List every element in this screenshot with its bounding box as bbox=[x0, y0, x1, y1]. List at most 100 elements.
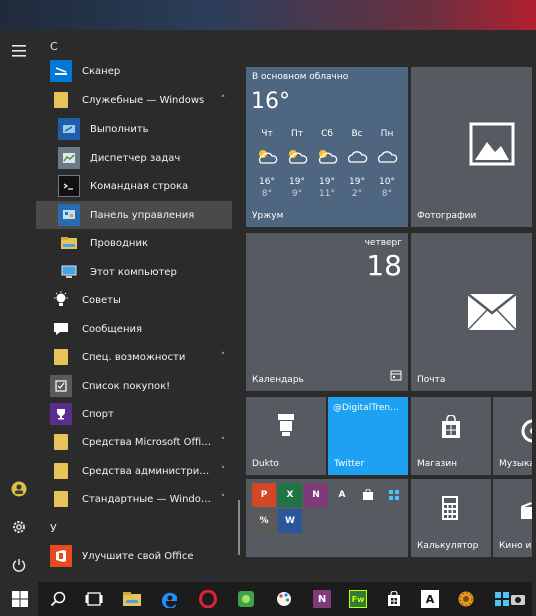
folder-icon bbox=[50, 346, 72, 368]
tile-label: Twitter bbox=[334, 459, 365, 469]
start-rail bbox=[2, 30, 36, 582]
app-item-label: Улучшите свой Office bbox=[82, 550, 194, 562]
weather-day: Вс bbox=[351, 129, 363, 139]
tile-calculator[interactable]: Калькулятор bbox=[411, 479, 491, 557]
app-item-messaging[interactable]: Сообщения bbox=[36, 315, 232, 343]
app-item-label: Советы bbox=[82, 294, 121, 306]
camera-app-icon[interactable] bbox=[506, 582, 530, 616]
app-item-run[interactable]: Выполнить bbox=[36, 115, 232, 143]
app-item-task-manager[interactable]: Диспетчер задач bbox=[36, 144, 232, 172]
powerpoint-icon[interactable]: P bbox=[252, 483, 276, 507]
twitter-handle: @DigitalTren... bbox=[333, 403, 399, 413]
opera-browser-icon[interactable] bbox=[190, 582, 226, 616]
app-group-admin-tools[interactable]: Средства администрирования... ˅ bbox=[36, 457, 232, 485]
app-group-accessibility[interactable]: Спец. возможности ˅ bbox=[36, 343, 232, 371]
scanner-icon bbox=[50, 60, 72, 82]
computer-icon bbox=[58, 261, 80, 283]
section-letter-c[interactable]: С bbox=[50, 40, 58, 53]
app-item-label: Проводник bbox=[90, 237, 148, 249]
app-item-label: Панель управления bbox=[90, 209, 195, 221]
chevron-down-icon[interactable]: ˅ bbox=[214, 466, 232, 476]
store-taskbar-icon[interactable] bbox=[376, 582, 412, 616]
tile-label: Калькулятор bbox=[417, 541, 479, 551]
app-item-office-upgrade[interactable]: Улучшите свой Office bbox=[36, 542, 232, 570]
file-explorer-icon[interactable] bbox=[114, 582, 150, 616]
calculator-icon bbox=[441, 495, 459, 525]
tile-store[interactable]: Магазин bbox=[411, 397, 491, 475]
cloudy-icon bbox=[342, 147, 372, 168]
fw-app-icon[interactable]: Fw bbox=[340, 582, 376, 616]
app-group-windows-standard[interactable]: Стандартные — Windows ˅ bbox=[36, 485, 232, 513]
app-item-sport[interactable]: Спорт bbox=[36, 400, 232, 428]
font-app-icon[interactable]: A bbox=[330, 483, 354, 507]
tile-label: Кино и bbox=[499, 541, 532, 551]
tile-twitter[interactable]: @DigitalTren... Twitter bbox=[328, 397, 408, 475]
calendar-day: 18 bbox=[366, 249, 402, 282]
app-item-scanner[interactable]: Сканер bbox=[36, 57, 232, 85]
wheel-app-icon[interactable] bbox=[448, 582, 484, 616]
app-item-control-panel[interactable]: Панель управления bbox=[36, 201, 232, 229]
applist-scrollbar[interactable] bbox=[238, 500, 240, 555]
user-avatar-icon[interactable] bbox=[2, 474, 36, 504]
folder-icon bbox=[50, 488, 72, 510]
edge-browser-icon[interactable] bbox=[152, 582, 188, 616]
store-mini-icon[interactable] bbox=[356, 483, 380, 507]
weather-low: 9° bbox=[291, 189, 303, 199]
chevron-down-icon[interactable]: ˅ bbox=[214, 494, 232, 504]
folder-icon bbox=[50, 431, 72, 453]
app-item-this-pc[interactable]: Этот компьютер bbox=[36, 258, 232, 286]
photo-app-icon[interactable] bbox=[228, 582, 264, 616]
tips-icon bbox=[50, 289, 72, 311]
settings-gear-icon[interactable] bbox=[2, 512, 36, 542]
app-item-command-prompt[interactable]: Командная строка bbox=[36, 172, 232, 200]
cloudy-icon bbox=[372, 147, 402, 168]
onenote-taskbar-icon[interactable]: N bbox=[304, 582, 340, 616]
mail-envelope-icon bbox=[467, 293, 517, 335]
percent-app-icon[interactable]: % bbox=[252, 509, 276, 533]
store-bag-icon bbox=[439, 414, 463, 443]
tile-dukto[interactable]: Dukto bbox=[246, 397, 326, 475]
app-item-file-explorer[interactable]: Проводник bbox=[36, 229, 232, 257]
calendar-badge-icon bbox=[390, 366, 402, 385]
hamburger-menu-icon[interactable] bbox=[2, 36, 36, 66]
app-item-tips[interactable]: Советы bbox=[36, 286, 232, 314]
network-app-icon[interactable] bbox=[382, 483, 406, 507]
shopping-list-icon bbox=[50, 375, 72, 397]
run-icon bbox=[58, 118, 80, 140]
excel-icon[interactable]: X bbox=[278, 483, 302, 507]
weather-high: 19° bbox=[349, 177, 365, 187]
chevron-down-icon[interactable]: ˅ bbox=[214, 437, 232, 447]
music-disc-icon bbox=[519, 419, 532, 447]
task-view-icon[interactable] bbox=[76, 582, 112, 616]
tile-calendar[interactable]: четверг 18 Календарь bbox=[246, 233, 408, 391]
app-list[interactable]: С Сканер Служебные — Windows ˄ Выполнить… bbox=[36, 30, 232, 582]
command-prompt-icon bbox=[58, 175, 80, 197]
tile-label: Фотографии bbox=[417, 211, 477, 221]
app-group-windows-accessories[interactable]: Служебные — Windows ˄ bbox=[36, 86, 232, 114]
windows-logo-icon bbox=[12, 591, 28, 607]
paint-app-icon[interactable] bbox=[266, 582, 302, 616]
tile-music[interactable]: Музыка bbox=[493, 397, 532, 475]
onenote-icon[interactable]: N bbox=[304, 483, 328, 507]
weather-low: 8° bbox=[381, 189, 393, 199]
task-manager-icon bbox=[58, 147, 80, 169]
app-group-office-tools[interactable]: Средства Microsoft Office 2016 ˅ bbox=[36, 428, 232, 456]
chevron-up-icon[interactable]: ˄ bbox=[214, 95, 232, 105]
power-icon[interactable] bbox=[2, 550, 36, 580]
app-item-label: Выполнить bbox=[90, 123, 149, 135]
app-item-label: Спец. возможности bbox=[82, 351, 186, 363]
app-item-label: Сообщения bbox=[82, 323, 143, 335]
section-letter-u[interactable]: У bbox=[50, 522, 57, 535]
tile-photos[interactable]: Фотографии bbox=[411, 67, 532, 227]
tile-mail[interactable]: Почта bbox=[411, 233, 532, 391]
tile-weather[interactable]: В основном облачно 16° Чт Пт Сб Вс Пн 16… bbox=[246, 67, 408, 227]
search-icon[interactable] bbox=[40, 582, 76, 616]
chevron-down-icon[interactable]: ˅ bbox=[214, 352, 232, 362]
word-icon[interactable]: W bbox=[278, 509, 302, 533]
font-taskbar-icon[interactable]: A bbox=[412, 582, 448, 616]
weather-high: 19° bbox=[319, 177, 335, 187]
tile-movies[interactable]: Кино и bbox=[493, 479, 532, 557]
app-item-label: Диспетчер задач bbox=[90, 152, 181, 164]
start-button[interactable] bbox=[2, 582, 38, 616]
app-item-shopping-list[interactable]: Список покупок! bbox=[36, 372, 232, 400]
